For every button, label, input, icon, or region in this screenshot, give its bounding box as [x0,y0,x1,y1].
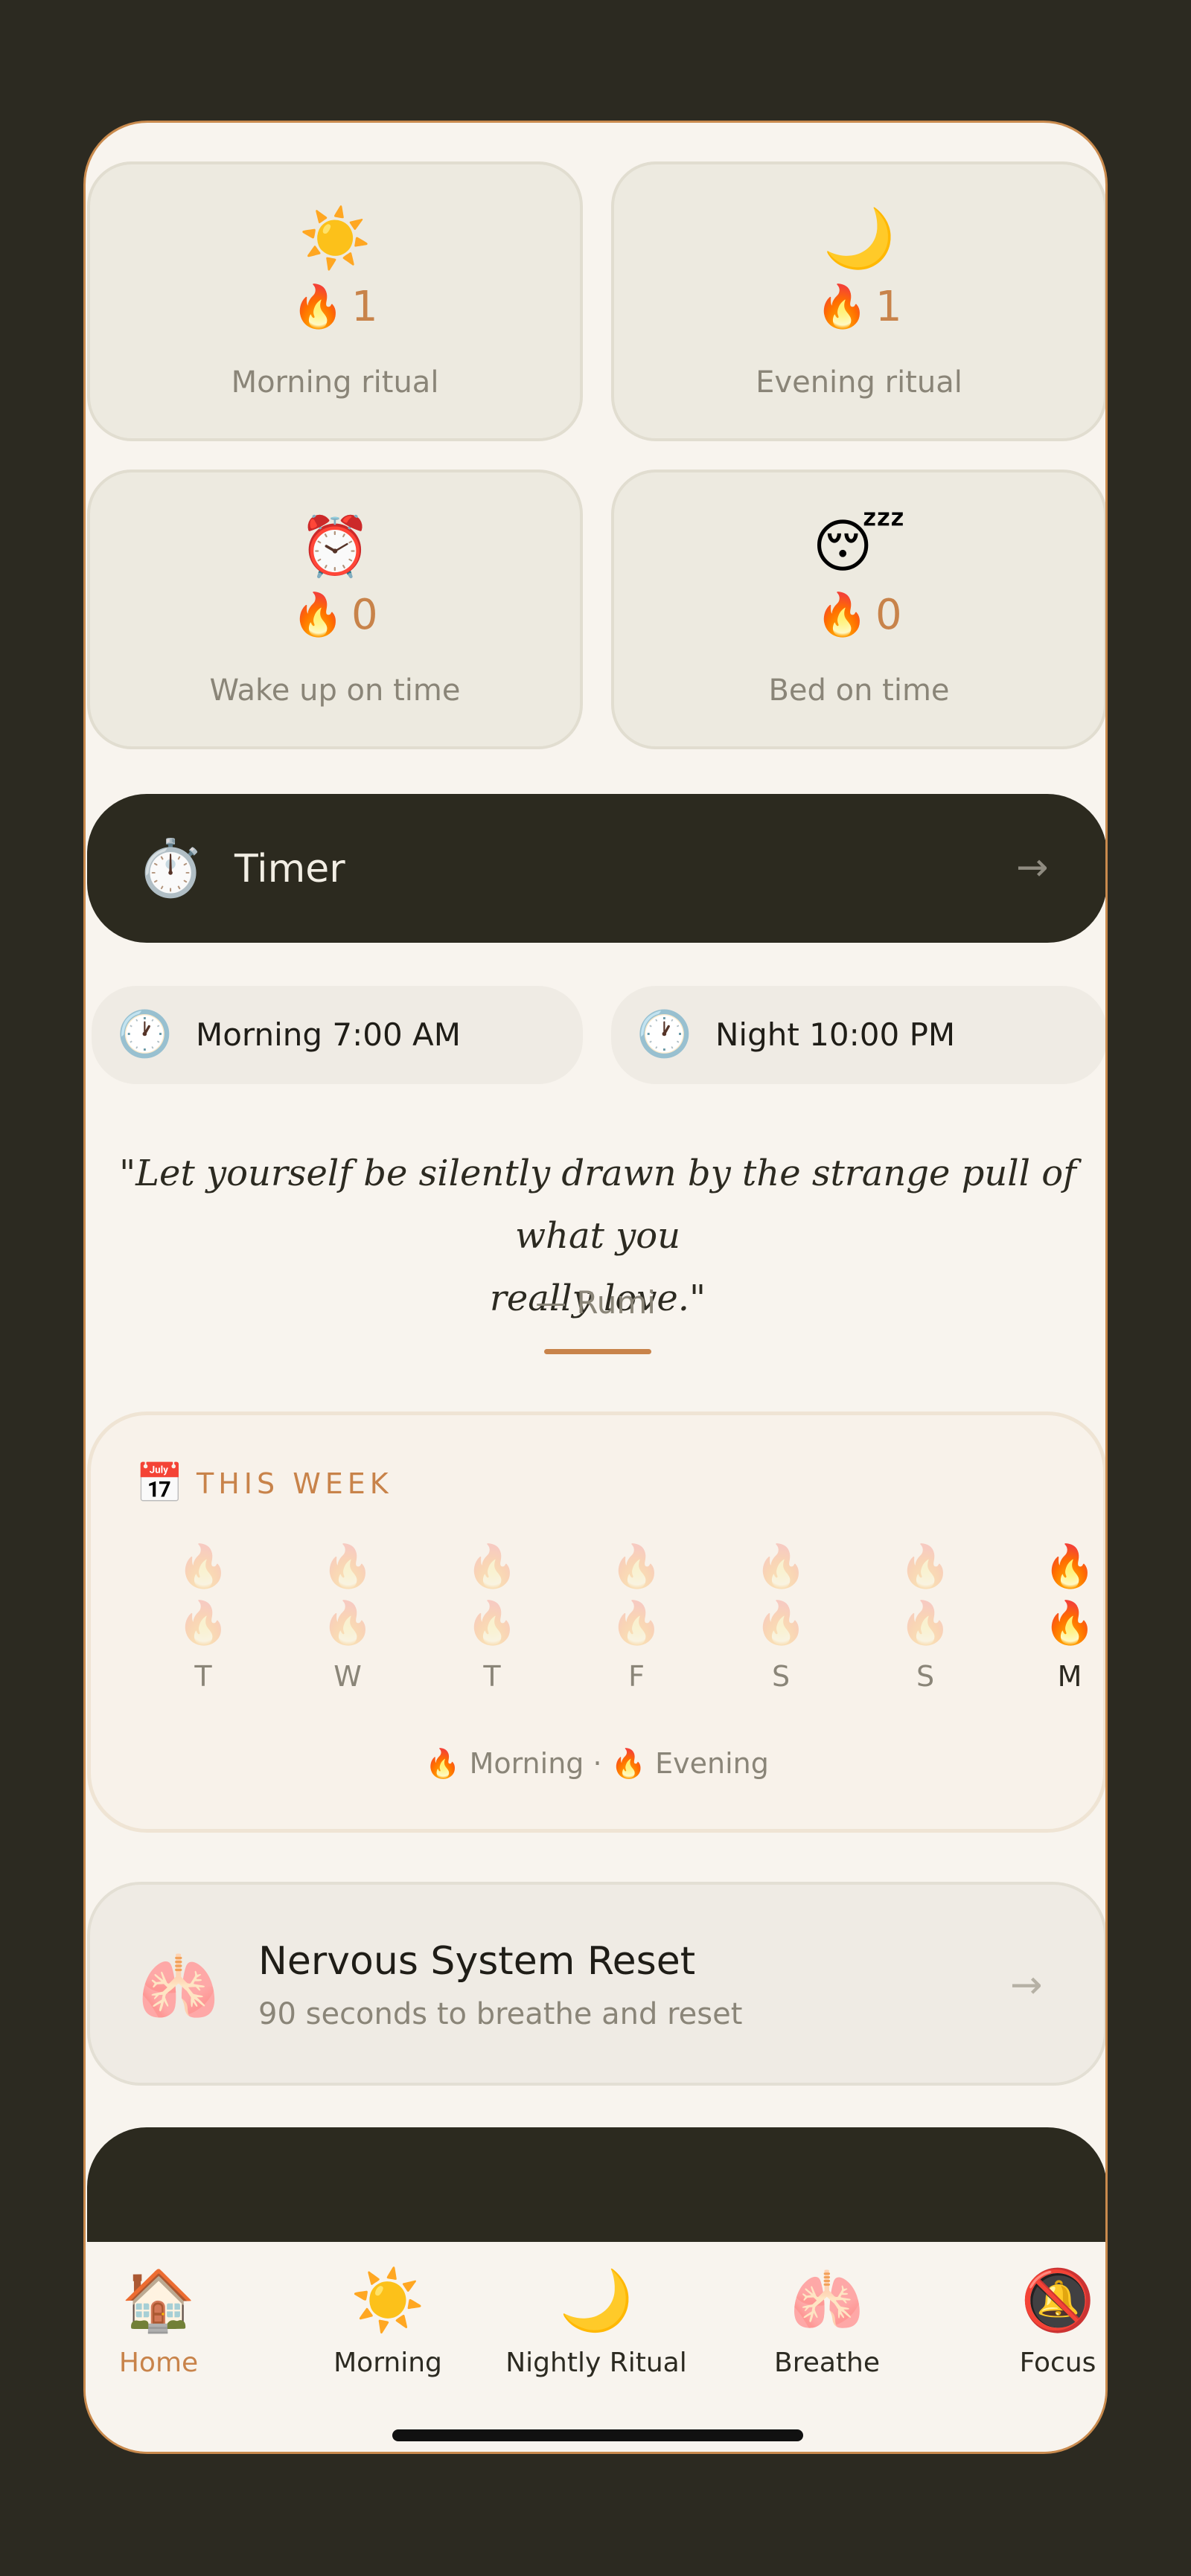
morning-flame-icon: 🔥 [610,1542,662,1591]
day-column: 🔥 🔥 S [881,1539,970,1695]
sun-icon: ☀️ [298,205,371,272]
moon-icon: 🌙 [823,205,895,272]
stat-label: Bed on time [768,673,950,708]
day-letter: T [483,1660,501,1693]
streak-count: 0 [351,591,378,639]
morning-flame-icon: 🔥 [466,1542,518,1591]
fire-icon: 🔥 [425,1747,461,1780]
fire-icon: 🔥 [292,591,345,639]
quote-author: — Rumi [535,1284,656,1321]
tab-home[interactable]: 🏠 Home [86,2266,263,2382]
calendar-icon: 📅 [135,1461,184,1506]
day-column: 🔥 🔥 T [447,1539,537,1695]
stopwatch-icon: ⏱️ [136,836,205,900]
reset-title: Nervous System Reset [258,1939,696,1984]
moon-icon: 🌙 [559,2266,633,2335]
arrow-right-icon: → [1016,845,1049,890]
home-indicator [392,2429,803,2441]
legend-evening: Evening [655,1747,769,1780]
legend-separator: · [593,1747,602,1780]
this-week-card: 📅 THIS WEEK 🔥 🔥 T 🔥 🔥 W 🔥 🔥 T 🔥 🔥 F 🔥 🔥 … [87,1412,1105,1833]
tab-morning[interactable]: ☀️ Morning [284,2267,492,2382]
arrow-right-icon: → [1010,1963,1043,2008]
week-legend: 🔥 Morning · 🔥 Evening [91,1743,1103,1784]
morning-flame-icon: 🔥 [1044,1542,1096,1591]
timer-button[interactable]: ⏱️ Timer → [87,794,1105,943]
day-letter: W [333,1660,362,1693]
fire-icon: 🔥 [816,283,869,331]
tab-label: Breathe [774,2348,880,2378]
quote-line-1: "Let yourself be silently drawn by the s… [119,1153,1076,1257]
fire-icon: 🔥 [816,591,869,639]
tab-bar: 🏠 Home ☀️ Morning 🌙 Nightly Ritual 🫁 Bre… [86,2242,1105,2452]
legend-morning: Morning [469,1747,584,1780]
day-column: 🔥 🔥 S [736,1539,826,1695]
clock-icon: 🕐 [636,1008,692,1060]
phone-frame: ☀️ 🔥 1 Morning ritual 🌙 🔥 1 Evening ritual… [83,121,1108,2454]
tab-label: Nightly Ritual [505,2348,687,2378]
stat-label: Morning ritual [231,365,439,400]
nervous-system-reset-card[interactable]: 🫁 Nervous System Reset 90 seconds to bre… [87,1882,1105,2086]
streak-count: 0 [875,591,902,639]
sleeping-face-icon: 😴 [812,513,906,580]
day-letter: S [916,1660,935,1693]
bell-muted-icon: 🔕 [1021,2266,1095,2335]
day-column-today: 🔥 🔥 M [1025,1539,1105,1695]
alarm-clock-icon: ⏰ [298,513,371,580]
week-title: THIS WEEK [197,1467,393,1500]
morning-flame-icon: 🔥 [322,1542,374,1591]
tab-breathe[interactable]: 🫁 Breathe [723,2267,931,2382]
evening-flame-icon: 🔥 [177,1599,229,1647]
evening-flame-icon: 🔥 [755,1599,807,1647]
morning-time: Morning 7:00 AM [196,1016,462,1053]
morning-flame-icon: 🔥 [177,1542,229,1591]
day-letter: S [771,1660,791,1693]
morning-flame-icon: 🔥 [755,1542,807,1591]
timer-label: Timer [234,847,345,891]
morning-time-chip[interactable]: 🕐 Morning 7:00 AM [92,986,583,1084]
sun-icon: ☀️ [351,2266,425,2335]
day-letter: T [194,1660,212,1693]
day-column: 🔥 🔥 F [592,1539,681,1695]
day-letter: M [1057,1660,1082,1693]
day-column: 🔥 🔥 W [303,1539,392,1695]
reset-subtitle: 90 seconds to breathe and reset [258,1997,743,2031]
evening-ritual-card[interactable]: 🌙 🔥 1 Evening ritual [611,161,1105,441]
stat-label: Wake up on time [209,673,461,708]
quote-divider [544,1349,651,1354]
tab-nightly-ritual[interactable]: 🌙 Nightly Ritual [492,2267,700,2382]
night-time-chip[interactable]: 🕐 Night 10:00 PM [611,986,1105,1084]
fire-icon: 🔥 [610,1747,647,1780]
bed-on-time-card[interactable]: 😴 🔥 0 Bed on time [611,470,1105,749]
clock-icon: 🕐 [117,1008,173,1060]
morning-ritual-card[interactable]: ☀️ 🔥 1 Morning ritual [87,161,583,441]
house-icon: 🏠 [121,2266,196,2335]
evening-flame-icon: 🔥 [1044,1599,1096,1647]
night-time: Night 10:00 PM [715,1016,956,1053]
tab-label: Morning [333,2348,442,2378]
morning-flame-icon: 🔥 [899,1542,951,1591]
lungs-icon: 🫁 [790,2266,864,2335]
streak-count: 1 [351,283,378,331]
evening-flame-icon: 🔥 [899,1599,951,1647]
day-column: 🔥 🔥 T [159,1539,248,1695]
lungs-icon: 🫁 [138,1949,220,2025]
wake-up-card[interactable]: ⏰ 🔥 0 Wake up on time [87,470,583,749]
evening-flame-icon: 🔥 [610,1599,662,1647]
fire-icon: 🔥 [292,283,345,331]
evening-flame-icon: 🔥 [466,1599,518,1647]
streak-count: 1 [875,283,902,331]
stat-label: Evening ritual [756,365,962,400]
day-letter: F [628,1660,645,1693]
tab-label: Focus [1019,2348,1096,2378]
evening-flame-icon: 🔥 [322,1599,374,1647]
tab-focus[interactable]: 🔕 Focus [954,2266,1105,2382]
tab-label: Home [118,2348,199,2378]
